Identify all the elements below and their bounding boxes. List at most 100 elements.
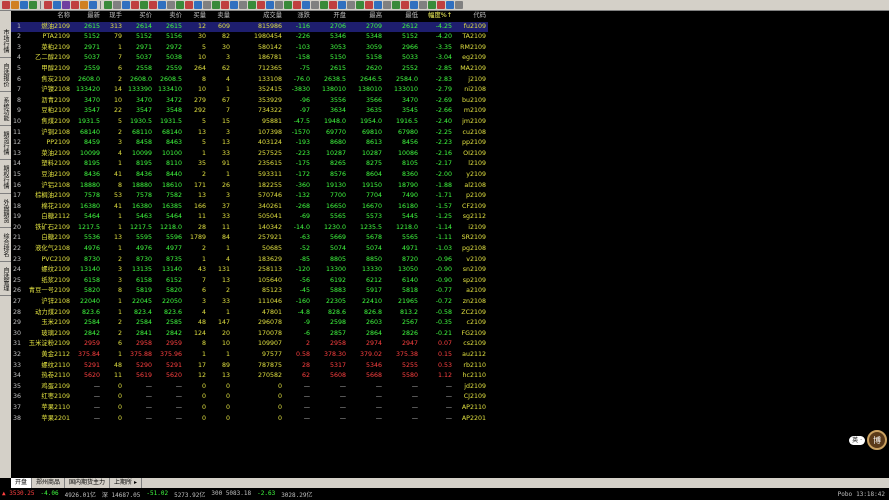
table-row[interactable]: 31 玉米淀粉2109 2959 6 2958 2959 8 10 109907 2 2958 297…	[11, 339, 488, 350]
table-row[interactable]: 18 棉花2109 16380 41 16380 16385 166 37 340261 -268…	[11, 202, 488, 213]
settings-icon[interactable]	[113, 1, 121, 9]
table-row[interactable]: 22 液化气2108 4976 1 4976 4977 2 1 50685 -52 5074 5074…	[11, 244, 488, 255]
toolbar-button-icon[interactable]	[185, 1, 193, 9]
column-header[interactable]: 最高	[348, 11, 384, 22]
table-row[interactable]: 24 螺纹2109 13140 3 13135 13140 43 131 258113 -120 1…	[11, 265, 488, 276]
table-row[interactable]: 36 红枣2109 — 0 — — 0 0 0 — — — — — CJ2109	[11, 392, 488, 403]
toolbar-button-icon[interactable]	[356, 1, 364, 9]
grid-icon[interactable]	[104, 1, 112, 9]
toolbar-button-icon[interactable]	[266, 1, 274, 9]
toolbar-button-icon[interactable]	[383, 1, 391, 9]
sidebar-tab[interactable]: 自选管理	[0, 263, 11, 296]
table-row[interactable]: 3 菜粕2109 2971 1 2971 2972 5 30 580142 -103 3053 305…	[11, 43, 488, 54]
column-header[interactable]: 买价	[124, 11, 154, 22]
table-row[interactable]: 26 青豆一号2109 5820 8 5819 5820 6 2 85123 -45 5883 591…	[11, 286, 488, 297]
column-header[interactable]: 成交量	[232, 11, 284, 22]
toolbar-button-icon[interactable]	[293, 1, 301, 9]
table-row[interactable]: 9 豆粕2109 3547 22 3547 3548 292 7 734322 -97 3634 36…	[11, 106, 488, 117]
window-icon[interactable]	[122, 1, 130, 9]
sidebar-tab[interactable]: 期货行情	[0, 127, 11, 160]
toolbar-button-icon[interactable]	[284, 1, 292, 9]
ime-badge[interactable]: 英 ·	[849, 435, 865, 445]
toolbar-button-icon[interactable]	[239, 1, 247, 9]
column-header[interactable]: 卖量	[208, 11, 232, 22]
alert-icon[interactable]	[80, 1, 88, 9]
table-row[interactable]: 7 沪镍2108 133420 14 133390 133410 10 1 352415 -383…	[11, 85, 488, 96]
toolbar-button-icon[interactable]	[167, 1, 175, 9]
toolbar-button-icon[interactable]	[446, 1, 454, 9]
toolbar-button-icon[interactable]	[158, 1, 166, 9]
toolbar-button-icon[interactable]	[311, 1, 319, 9]
column-header[interactable]: 涨跌	[284, 11, 312, 22]
toolbar-button-icon[interactable]	[257, 1, 265, 9]
toolbar-button-icon[interactable]	[329, 1, 337, 9]
table-row[interactable]: 4 乙二醇2109 5037 7 5037 5038 10 3 186781 -158 5150 51…	[11, 53, 488, 64]
table-row[interactable]: 30 玻璃2109 2842 2 2841 2842 124 20 170078 -6 2857 28…	[11, 329, 488, 340]
table-row[interactable]: 28 动力煤2109 823.6 1 823.4 823.6 4 1 47801 -4.8 828.…	[11, 308, 488, 319]
sidebar-tab[interactable]: 综合排名	[0, 229, 11, 262]
back-icon[interactable]	[11, 1, 19, 9]
toolbar-button-icon[interactable]	[392, 1, 400, 9]
table-row[interactable]: 38 苹果2201 — 0 — — 0 0 0 — — — — — AP2201	[11, 414, 488, 425]
toolbar-button-icon[interactable]	[149, 1, 157, 9]
sidebar-tab[interactable]: 自选报价	[0, 59, 11, 92]
table-row[interactable]: 19 白糖2112 5464 1 5463 5464 11 33 505041 -69 5565 55…	[11, 212, 488, 223]
market-tab[interactable]: 上期所 ▸	[110, 478, 142, 488]
table-row[interactable]: 16 沪铝2108 18880 8 18880 18610 171 26 182255 -360 1…	[11, 181, 488, 192]
toolbar-button-icon[interactable]	[428, 1, 436, 9]
market-tab[interactable]: 国内期货主力	[65, 478, 111, 488]
toolbar-button-icon[interactable]	[194, 1, 202, 9]
sidebar-tab[interactable]: 市场行情	[0, 25, 11, 58]
table-row[interactable]: 15 豆油2109 8436 41 8436 8440 2 1 593311 -172 8576 86…	[11, 170, 488, 181]
table-row[interactable]: 8 沥青2109 3470 10 3470 3472 279 67 353929 -96 3556 3…	[11, 96, 488, 107]
market-tab[interactable]: 开盘	[11, 478, 33, 488]
sidebar-tab[interactable]: 系统功能	[0, 93, 11, 126]
toolbar-button-icon[interactable]	[302, 1, 310, 9]
toolbar-button-icon[interactable]	[455, 1, 463, 9]
toolbar-button-icon[interactable]	[248, 1, 256, 9]
table-row[interactable]: 12 PP2109 8459 3 8458 8463 5 13 403124 -193 8680 86…	[11, 138, 488, 149]
table-row[interactable]: 34 热卷2110 5620 11 5619 5620 12 13 270582 62 5608 56…	[11, 371, 488, 382]
toolbar-button-icon[interactable]	[230, 1, 238, 9]
table-row[interactable]: 33 螺纹2110 5291 48 5290 5291 17 89 787875 28 5317 53…	[11, 361, 488, 372]
table-row[interactable]: 5 甲醇2109 2559 6 2558 2559 264 62 712365 -75 2615 26…	[11, 64, 488, 75]
zoom-icon[interactable]	[62, 1, 70, 9]
list-icon[interactable]	[29, 1, 37, 9]
table-row[interactable]: 29 玉米2109 2584 2 2584 2585 48 147 296078 -9 2598 26…	[11, 318, 488, 329]
toolbar-button-icon[interactable]	[437, 1, 445, 9]
f10-icon[interactable]	[71, 1, 79, 9]
table-row[interactable]: 35 鸡蛋2109 — 0 — — 0 0 0 — — — — — jd2109	[11, 382, 488, 393]
toolbar-button-icon[interactable]	[338, 1, 346, 9]
info-icon[interactable]	[89, 1, 97, 9]
table-row[interactable]: 37 苹果2110 — 0 — — 0 0 0 — — — — — AP2110	[11, 403, 488, 414]
table-row[interactable]: 21 白糖2109 5536 13 5595 5596 1789 84 257921 -63 566…	[11, 233, 488, 244]
toolbar-button-icon[interactable]	[203, 1, 211, 9]
toolbar-button-icon[interactable]	[410, 1, 418, 9]
column-header[interactable]: 买量	[184, 11, 208, 22]
search-icon[interactable]	[53, 1, 61, 9]
table-row[interactable]: 27 沪锌2108 22040 1 22045 22050 3 33 111046 -160 223…	[11, 297, 488, 308]
toolbar-button-icon[interactable]	[140, 1, 148, 9]
column-header[interactable]	[11, 11, 23, 22]
table-row[interactable]: 32 黄金2112 375.84 1 375.88 375.96 1 1 97577 0.58 37…	[11, 350, 488, 361]
column-header[interactable]: 开盘	[312, 11, 348, 22]
table-row[interactable]: 20 铁矿石2109 1217.5 1 1217.5 1218.0 28 11 140342 -1…	[11, 223, 488, 234]
toolbar-button-icon[interactable]	[275, 1, 283, 9]
column-header[interactable]: 最低	[384, 11, 420, 22]
table-row[interactable]: 6 焦炭2109 2608.0 2 2608.0 2608.5 8 4 133108 -76.0 2…	[11, 75, 488, 86]
toolbar-button-icon[interactable]	[419, 1, 427, 9]
toolbar-button-icon[interactable]	[374, 1, 382, 9]
table-row[interactable]: 13 菜油2109 10099 4 10099 10100 1 33 257525 -223 102…	[11, 149, 488, 160]
column-header[interactable]: 现手	[102, 11, 124, 22]
table-row[interactable]: 17 棕榈油2109 7578 53 7578 7582 13 3 570746 -132 7700…	[11, 191, 488, 202]
toolbar-button-icon[interactable]	[347, 1, 355, 9]
layout-icon[interactable]	[131, 1, 139, 9]
forward-icon[interactable]	[20, 1, 28, 9]
table-row[interactable]: 1 燃油2109 2615 313 2614 2615 12 609 815986 -116 270…	[11, 21, 489, 33]
toolbar-button-icon[interactable]	[212, 1, 220, 9]
table-row[interactable]: 10 焦煤2109 1931.5 5 1930.5 1931.5 5 15 95881 -47.5…	[11, 117, 488, 128]
column-header[interactable]: 名称	[23, 11, 72, 22]
table-row[interactable]: 2 PTA2109 5152 79 5152 5156 30 82 1980454 -226 534…	[11, 32, 488, 43]
toolbar-button-icon[interactable]	[401, 1, 409, 9]
column-header[interactable]: 幅度%↑	[420, 11, 454, 22]
